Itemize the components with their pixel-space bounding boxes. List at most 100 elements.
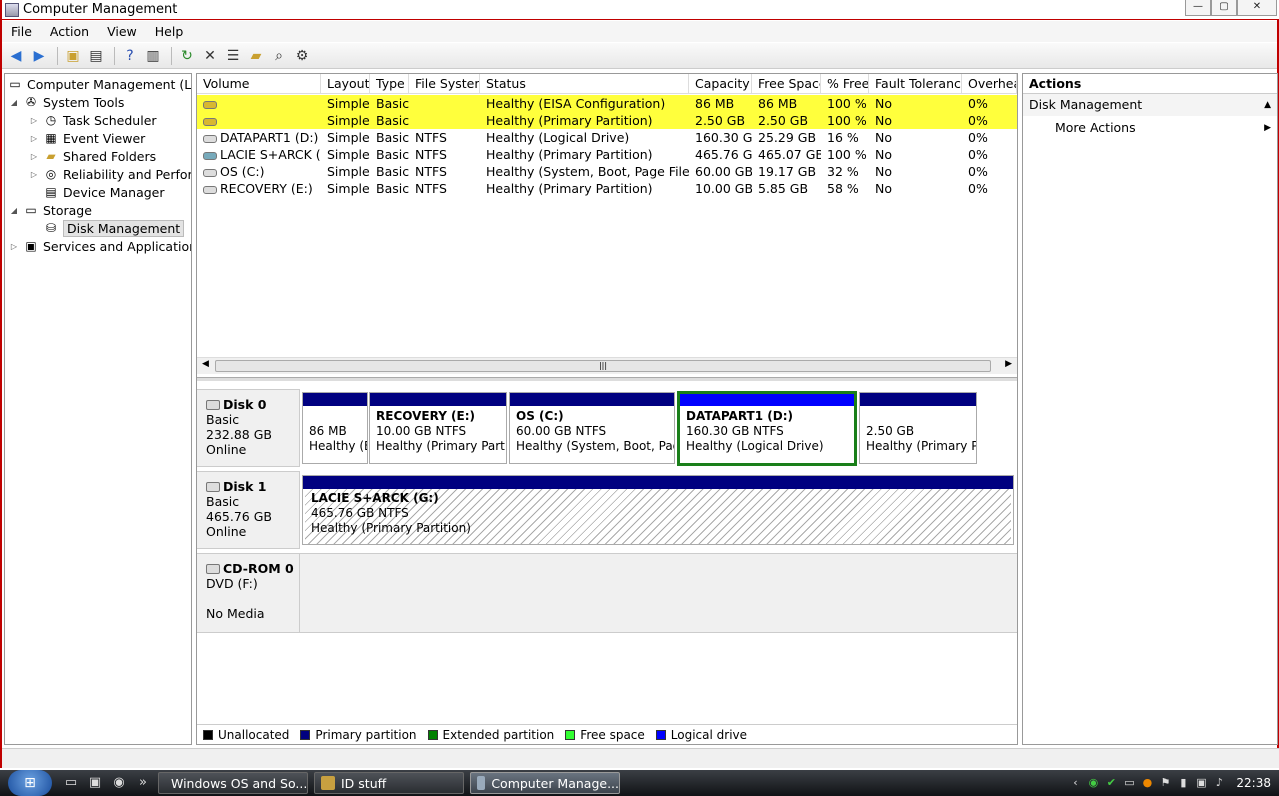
clock[interactable]: 22:38 [1236,776,1271,790]
tray-firefox-icon[interactable]: ● [1140,776,1154,790]
volume-row[interactable]: DATAPART1 (D:) Simple Basic NTFS Healthy (Lo… [197,129,1017,146]
tree-item-storage[interactable]: ◢ ▭ Storage [9,201,92,219]
menu-file[interactable]: File [2,24,41,39]
drive-icon [203,168,217,177]
start-button[interactable]: ⊞ [8,770,52,796]
tree-item-system-tools[interactable]: ◢ ✇ System Tools [9,93,124,111]
tray-safely-remove-icon[interactable]: ⚑ [1158,776,1172,790]
status-cell: Healthy (Primary Partition) [486,113,653,128]
partition-primary-unnamed[interactable]: 2.50 GB Healthy (Primary Pa [859,392,977,464]
column-overhead[interactable]: Overhead [962,74,1017,94]
pct-cell: 100 % [827,113,867,128]
capacity-cell: 160.30 GB [695,130,752,145]
tray-expand-icon[interactable]: ‹ [1068,776,1082,790]
capacity-cell: 465.76 GB [695,147,752,162]
column-capacity[interactable]: Capacity [689,74,752,94]
column-volume[interactable]: Volume [197,74,321,94]
column-layout[interactable]: Layout [321,74,370,94]
menu-help[interactable]: Help [146,24,193,39]
volume-row[interactable]: LACIE S+ARCK (G:) Simple Basic NTFS Healthy … [197,146,1017,163]
help-icon[interactable]: ? [120,46,140,66]
expand-icon[interactable]: ▷ [9,242,19,251]
close-button[interactable]: ✕ [1237,0,1277,16]
delete-icon[interactable]: ✕ [200,46,220,66]
menu-view[interactable]: View [98,24,146,39]
partition-os[interactable]: OS (C:) 60.00 GB NTFS Healthy (System, Boo… [509,392,675,464]
pane-splitter[interactable] [197,377,1017,381]
chrome-icon[interactable]: ◉ [110,774,128,792]
collapse-caret-icon[interactable]: ▲ [1264,94,1271,116]
more-actions-item[interactable]: More Actions ▶ [1023,116,1277,140]
show-hide-tree-icon[interactable]: ▤ [86,46,106,66]
search-icon[interactable]: ⌕ [269,46,289,66]
volume-row[interactable]: Simple Basic Healthy (EISA Configuration) 8… [197,95,1017,112]
pct-cell: 100 % [827,147,867,162]
column-file-system[interactable]: File System [409,74,480,94]
tray-app-icon[interactable]: ◉ [1086,776,1100,790]
switch-windows-icon[interactable]: ▣ [86,774,104,792]
capacity-cell: 86 MB [695,96,735,111]
expand-icon[interactable]: ▷ [29,152,39,161]
taskbar-item-id-stuff[interactable]: ID stuff [314,772,464,794]
partition-datapart1[interactable]: DATAPART1 (D:) 160.30 GB NTFS Healthy (Log… [677,391,857,466]
partition-eisa[interactable]: 86 MB Healthy (E [302,392,368,464]
column-type[interactable]: Type [370,74,409,94]
disk1-label[interactable]: Disk 1 Basic 465.76 GB Online [197,471,300,549]
expand-icon[interactable]: ▷ [29,116,39,125]
scroll-left-icon[interactable]: ◀ [202,359,209,369]
volume-list-horizontal-scrollbar[interactable]: ◀ ||| ▶ [197,357,1017,374]
legend-extended: Extended partition [427,728,554,742]
partition-type-bar [860,393,976,406]
tree-item-event-viewer[interactable]: ▷ ▦ Event Viewer [29,129,145,147]
settings-icon[interactable]: ⚙ [292,46,312,66]
tree-item-disk-management[interactable]: ⛁ Disk Management [43,219,185,237]
volume-row[interactable]: Simple Basic Healthy (Primary Partition) 2.… [197,112,1017,129]
toolbar-separator [114,46,115,65]
partition-lacie[interactable]: LACIE S+ARCK (G:) 465.76 GB NTFS Healthy (… [302,475,1014,545]
column-free-space[interactable]: Free Space [752,74,821,94]
maximize-button[interactable]: ▢ [1211,0,1237,16]
overhead-cell: 0% [968,130,988,145]
tree-item-shared-folders[interactable]: ▷ ▰ Shared Folders [29,147,156,165]
open-icon[interactable]: ▰ [246,46,266,66]
tray-power-icon[interactable]: ▮ [1176,776,1190,790]
collapse-icon[interactable]: ◢ [9,206,19,215]
column-fault-tolerance[interactable]: Fault Tolerance [869,74,962,94]
volume-row[interactable]: OS (C:) Simple Basic NTFS Healthy (System, B… [197,163,1017,180]
cdrom-label[interactable]: CD-ROM 0 DVD (F:) No Media [197,553,300,633]
show-hide-action-pane-icon[interactable]: ▥ [143,46,163,66]
taskbar-item-browser[interactable]: Windows OS and So... [158,772,308,794]
back-icon[interactable]: ◀ [6,46,26,66]
tree-item-reliability[interactable]: ▷ ◎ Reliability and Performa [29,165,191,183]
tree-item-task-scheduler[interactable]: ▷ ◷ Task Scheduler [29,111,157,129]
disk0-label[interactable]: Disk 0 Basic 232.88 GB Online [197,389,300,467]
show-desktop-icon[interactable]: ▭ [62,774,80,792]
volume-row[interactable]: RECOVERY (E:) Simple Basic NTFS Healthy (Pri… [197,180,1017,197]
more-icon[interactable]: » [134,774,152,792]
tray-display-icon[interactable]: ▣ [1194,776,1208,790]
collapse-icon[interactable]: ◢ [9,98,19,107]
tree-item-root[interactable]: ▭ Computer Management (Local [7,75,191,93]
column-status[interactable]: Status [480,74,689,94]
menu-action[interactable]: Action [41,24,98,39]
tree-item-device-manager[interactable]: ▤ Device Manager [43,183,164,201]
up-folder-icon[interactable]: ▣ [63,46,83,66]
forward-icon[interactable]: ▶ [29,46,49,66]
tray-volume-icon[interactable]: ♪ [1212,776,1226,790]
pct-cell: 32 % [827,164,859,179]
tray-security-icon[interactable]: ✔ [1104,776,1118,790]
scroll-thumb[interactable]: ||| [215,360,991,372]
partition-recovery[interactable]: RECOVERY (E:) 10.00 GB NTFS Healthy (Prima… [369,392,507,464]
expand-icon[interactable]: ▷ [29,134,39,143]
tree-item-services[interactable]: ▷ ▣ Services and Applications [9,237,191,255]
tray-network-icon[interactable]: ▭ [1122,776,1136,790]
actions-section-disk-management[interactable]: Disk Management ▲ [1023,94,1277,116]
refresh-icon[interactable]: ↻ [177,46,197,66]
minimize-button[interactable]: — [1185,0,1211,16]
column-percent-free[interactable]: % Free [821,74,869,94]
capacity-cell: 2.50 GB [695,113,746,128]
taskbar-item-computer-management[interactable]: Computer Manage... [470,772,620,794]
expand-icon[interactable]: ▷ [29,170,39,179]
properties-icon[interactable]: ☰ [223,46,243,66]
scroll-right-icon[interactable]: ▶ [1005,359,1012,369]
